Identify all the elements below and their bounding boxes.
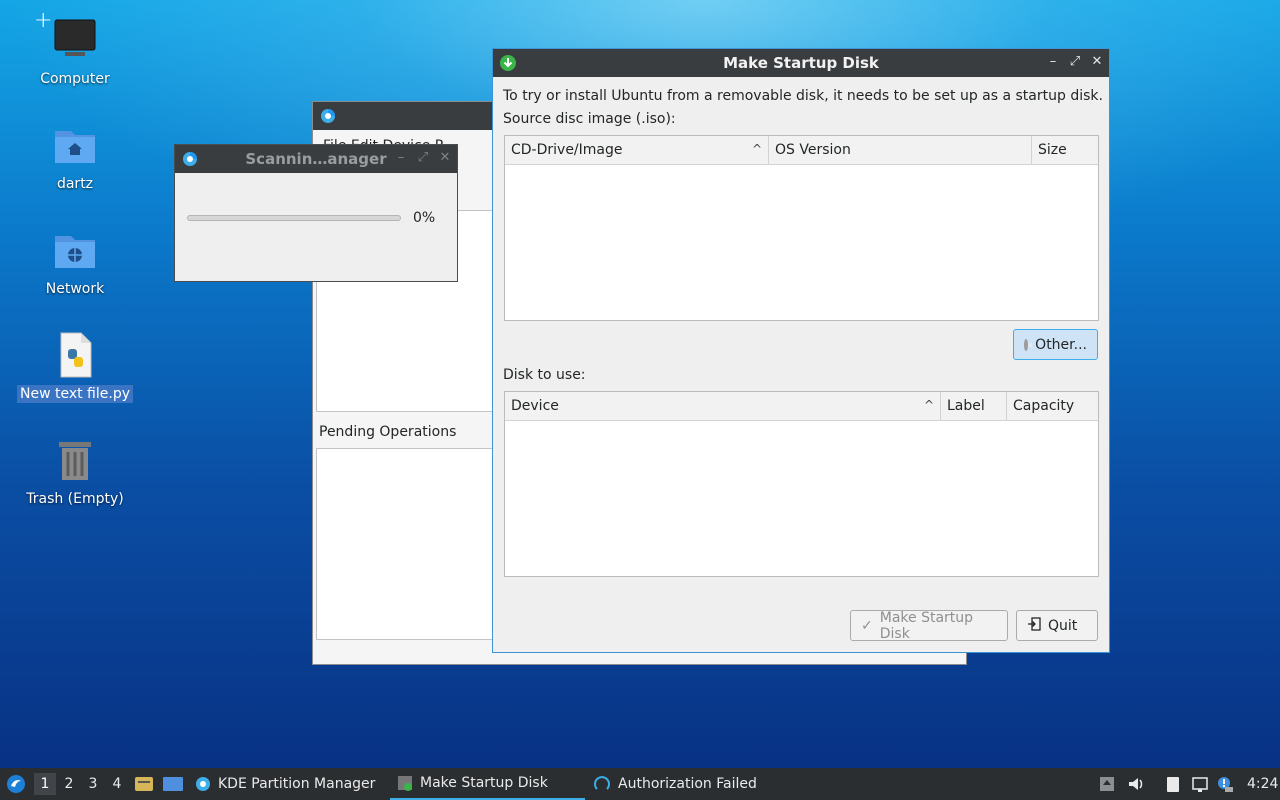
eject-icon[interactable]: [1098, 775, 1116, 793]
startup-disk-icon: [398, 776, 412, 791]
task-kde-partition-manager[interactable]: KDE Partition Manager: [194, 768, 387, 800]
desktop-icon-network[interactable]: Network: [15, 226, 135, 298]
pending-operations-panel[interactable]: [316, 448, 496, 640]
close-icon[interactable]: ✕: [1091, 54, 1103, 70]
disk-list-header: Device ^ Label Capacity: [505, 392, 1098, 421]
trash-icon: [51, 436, 99, 484]
desktop-icon-label: Network: [45, 281, 105, 297]
network-folder-icon: [51, 226, 99, 274]
desktop-icon-home[interactable]: dartz: [15, 121, 135, 193]
column-header-device[interactable]: Device ^: [505, 392, 941, 420]
workspace-1[interactable]: 1: [34, 773, 56, 795]
python-file-icon: [51, 331, 99, 379]
close-icon[interactable]: ✕: [439, 150, 451, 166]
home-folder-icon: [51, 121, 99, 169]
minimize-icon[interactable]: –: [395, 150, 407, 166]
desktop-icon-python-file[interactable]: New text file.py: [15, 331, 135, 403]
desktop-icon-label: New text file.py: [16, 385, 133, 403]
sort-ascending-icon: ^: [751, 142, 762, 156]
disk-list[interactable]: Device ^ Label Capacity: [504, 391, 1099, 577]
start-menu-button[interactable]: [6, 768, 26, 800]
file-manager-icon: [135, 777, 153, 791]
clock[interactable]: 4:24: [1247, 768, 1278, 800]
column-header-os-version[interactable]: OS Version: [769, 136, 1032, 164]
desktop-icon-computer[interactable]: Computer: [15, 16, 135, 88]
disc-icon: [1024, 338, 1033, 351]
disk-to-use-label: Disk to use:: [503, 367, 586, 383]
desktop-icon: [163, 777, 183, 791]
workspace-4[interactable]: 4: [106, 773, 128, 795]
pending-operations-label: Pending Operations: [319, 424, 457, 440]
make-startup-disk-window[interactable]: Make Startup Disk – ⤢ ✕ To try or instal…: [492, 48, 1110, 653]
source-image-list[interactable]: CD-Drive/Image ^ OS Version Size: [504, 135, 1099, 321]
desktop-icon-label: dartz: [56, 176, 94, 192]
source-list-header: CD-Drive/Image ^ OS Version Size: [505, 136, 1098, 165]
window-title: Make Startup Disk: [723, 54, 879, 72]
window-titlebar[interactable]: Scannin…anager – ⤢ ✕: [175, 145, 457, 173]
task-make-startup-disk[interactable]: Make Startup Disk: [390, 768, 585, 800]
sort-ascending-icon: ^: [923, 398, 934, 412]
taskbar: 1 2 3 4 KDE Partition Manager Make Start…: [0, 768, 1280, 800]
other-button[interactable]: Other...: [1013, 329, 1098, 360]
minimize-icon[interactable]: –: [1047, 54, 1059, 70]
authorization-icon: [594, 776, 610, 790]
scan-progress-percent: 0%: [413, 210, 436, 226]
desktop-icon-label: Trash (Empty): [26, 491, 124, 507]
source-image-label: Source disc image (.iso):: [503, 111, 676, 127]
show-desktop-button[interactable]: [134, 768, 154, 800]
lubuntu-logo-icon: [7, 775, 25, 793]
desktop-icon-label: Computer: [40, 71, 110, 87]
partition-manager-icon: [196, 777, 210, 791]
maximize-icon[interactable]: ⤢: [417, 150, 429, 166]
maximize-icon[interactable]: ⤢: [1069, 54, 1081, 70]
column-header-capacity[interactable]: Capacity: [1007, 392, 1098, 420]
scan-progress-bar: [187, 215, 401, 221]
window-titlebar[interactable]: Make Startup Disk – ⤢ ✕: [493, 49, 1109, 77]
intro-text: To try or install Ubuntu from a removabl…: [503, 88, 1103, 104]
column-header-cd-drive[interactable]: CD-Drive/Image ^: [505, 136, 769, 164]
task-authorization-failed[interactable]: Authorization Failed: [594, 768, 757, 800]
partition-manager-icon: [319, 107, 337, 125]
volume-icon[interactable]: [1127, 775, 1145, 793]
workspace-2[interactable]: 2: [58, 773, 80, 795]
workspace-switcher: 1 2 3 4: [34, 768, 128, 800]
desktop-icon-trash[interactable]: Trash (Empty): [15, 436, 135, 508]
quit-button[interactable]: Quit: [1016, 610, 1098, 641]
notification-icon[interactable]: [1216, 775, 1234, 793]
column-header-size[interactable]: Size: [1032, 136, 1098, 164]
quicklaunch-desktop[interactable]: [162, 768, 184, 800]
network-icon[interactable]: [1191, 775, 1209, 793]
checkmark-icon: ✓: [861, 617, 873, 634]
computer-icon: [51, 16, 99, 64]
column-header-label[interactable]: Label: [941, 392, 1007, 420]
scanning-devices-window[interactable]: Scannin…anager – ⤢ ✕ 0%: [174, 144, 458, 282]
clipboard-icon[interactable]: [1164, 775, 1182, 793]
exit-icon: [1027, 616, 1041, 635]
make-startup-disk-button[interactable]: ✓ Make Startup Disk: [850, 610, 1008, 642]
workspace-3[interactable]: 3: [82, 773, 104, 795]
